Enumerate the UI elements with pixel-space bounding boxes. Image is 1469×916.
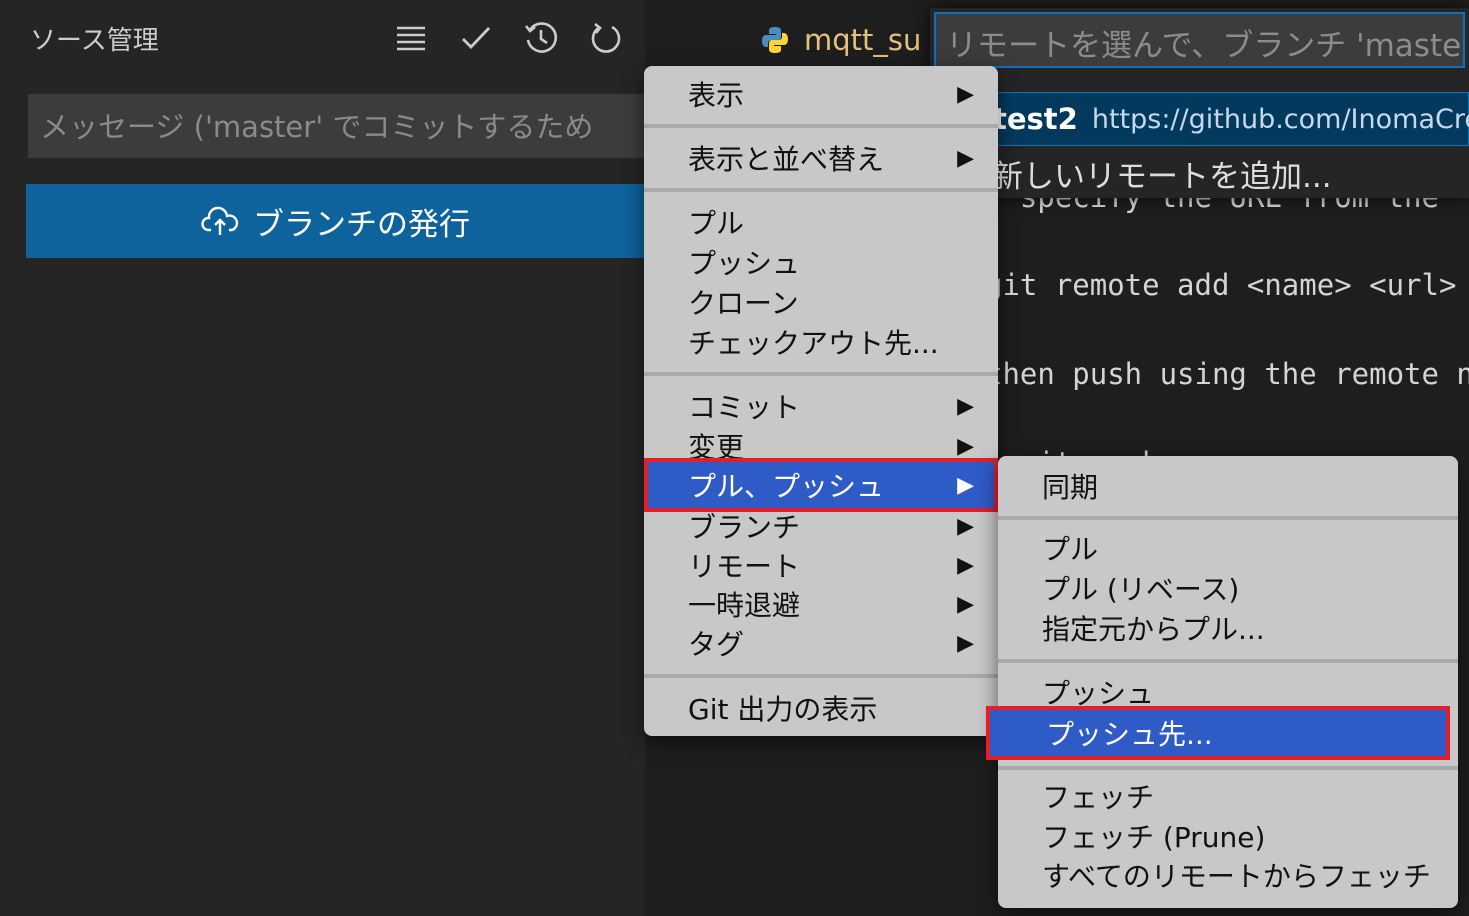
quick-pick-placeholder: リモートを選んで、ブランチ 'master' xyxy=(946,28,1465,64)
submenu-arrow-icon: ▶ xyxy=(957,513,974,539)
submenu-arrow-icon: ▶ xyxy=(957,433,974,459)
refresh-button[interactable] xyxy=(580,12,632,64)
submenu-arrow-icon: ▶ xyxy=(957,630,974,656)
menu-separator xyxy=(998,516,1458,520)
menu-item-label: プル (リベース) xyxy=(1042,573,1240,606)
submenu-item-sync[interactable]: 同期 xyxy=(998,466,1458,506)
menu-item-label: ブランチ xyxy=(688,511,801,544)
editor-tab[interactable]: mqtt_su xyxy=(760,14,921,66)
submenu-item-pull[interactable]: プル xyxy=(998,528,1458,568)
menu-item-push[interactable]: プッシュ xyxy=(644,242,998,282)
submenu-item-fetch-prune[interactable]: フェッチ (Prune) xyxy=(998,816,1458,856)
commit-button[interactable] xyxy=(450,12,502,64)
menu-item-label: プッシュ xyxy=(688,247,801,280)
menu-item-label: Git 出力の表示 xyxy=(688,693,878,726)
publish-branch-label: ブランチの発行 xyxy=(253,206,470,243)
menu-item-tags[interactable]: タグ ▶ xyxy=(644,623,998,663)
menu-item-clone[interactable]: クローン xyxy=(644,282,998,322)
menu-separator xyxy=(998,659,1458,663)
menu-item-checkout[interactable]: チェックアウト先... xyxy=(644,322,998,362)
commit-message-placeholder: メッセージ ('master' でコミットするため xyxy=(40,110,594,144)
menu-item-view-sort[interactable]: 表示と並べ替え ▶ xyxy=(644,138,998,178)
menu-item-view[interactable]: 表示 ▶ xyxy=(644,74,998,114)
refresh-icon xyxy=(591,22,621,53)
menu-separator xyxy=(644,372,998,376)
menu-item-label: 同期 xyxy=(1042,471,1099,504)
menu-item-remote[interactable]: リモート ▶ xyxy=(644,545,998,585)
view-as-list-button[interactable] xyxy=(385,12,437,64)
menu-item-stash[interactable]: 一時退避 ▶ xyxy=(644,584,998,624)
check-icon xyxy=(462,27,491,50)
quick-pick-input[interactable]: リモートを選んで、ブランチ 'master' xyxy=(934,12,1465,68)
menu-item-label: プル、プッシュ xyxy=(688,470,885,503)
menu-item-label: プル xyxy=(688,207,745,240)
submenu-arrow-icon: ▶ xyxy=(957,393,974,419)
menu-item-label: 指定元からプル... xyxy=(1042,613,1265,646)
menu-separator xyxy=(644,188,998,192)
menu-item-label: すべてのリモートからフェッチ xyxy=(1042,860,1431,893)
commit-message-input[interactable]: メッセージ ('master' でコミットするため xyxy=(28,94,645,158)
menu-item-pull[interactable]: プル xyxy=(644,202,998,242)
submenu-item-pull-from[interactable]: 指定元からプル... xyxy=(998,608,1458,648)
menu-item-label: 表示と並べ替え xyxy=(688,143,885,176)
scm-title: ソース管理 xyxy=(30,26,159,56)
menu-item-label: フェッチ xyxy=(1042,781,1155,814)
submenu-arrow-icon: ▶ xyxy=(957,145,974,171)
remote-url: https://github.com/InomaCreate xyxy=(1091,103,1469,135)
quick-pick-item-add-remote[interactable]: 新しいリモートを追加... xyxy=(930,148,1469,198)
menu-item-label: プッシュ先... xyxy=(1046,718,1213,751)
submenu-arrow-icon: ▶ xyxy=(957,472,974,498)
menu-item-label: チェックアウト先... xyxy=(688,327,939,360)
menu-item-branch[interactable]: ブランチ ▶ xyxy=(644,506,998,546)
menu-item-commit[interactable]: コミット ▶ xyxy=(644,386,998,426)
publish-branch-button[interactable]: ブランチの発行 xyxy=(26,184,645,258)
history-button[interactable] xyxy=(515,12,567,64)
submenu-item-push-to[interactable]: プッシュ先... xyxy=(986,706,1450,760)
pull-push-submenu: 同期 プル プル (リベース) 指定元からプル... プッシュ プッシュ先...… xyxy=(986,456,1458,908)
python-icon xyxy=(762,27,788,53)
history-icon xyxy=(524,22,558,53)
menu-separator xyxy=(644,674,998,678)
menu-separator xyxy=(644,124,998,128)
menu-item-label: タグ xyxy=(688,628,745,661)
submenu-arrow-icon: ▶ xyxy=(957,552,974,578)
remote-quick-pick: リモートを選んで、ブランチ 'master' test2 https://git… xyxy=(930,8,1469,198)
menu-separator xyxy=(998,766,1458,770)
more-actions-menu: 表示 ▶ 表示と並べ替え ▶ プル プッシュ クローン チェックアウト先... コミ… xyxy=(644,66,998,736)
quick-pick-item-test2[interactable]: test2 https://github.com/InomaCreate xyxy=(930,92,1469,146)
editor-tab-name: mqtt_su xyxy=(804,23,922,57)
menu-item-label: フェッチ (Prune) xyxy=(1042,821,1266,854)
submenu-arrow-icon: ▶ xyxy=(957,591,974,617)
submenu-item-fetch[interactable]: フェッチ xyxy=(998,776,1458,816)
menu-item-label: プル xyxy=(1042,533,1099,566)
menu-item-label: クローン xyxy=(688,287,799,320)
menu-item-label: 一時退避 xyxy=(688,589,801,622)
code-line: then push using the remote n xyxy=(985,357,1469,391)
menu-item-label: 表示 xyxy=(688,79,745,112)
menu-item-label: コミット xyxy=(688,391,801,424)
submenu-item-fetch-all[interactable]: すべてのリモートからフェッチ xyxy=(998,855,1458,895)
submenu-arrow-icon: ▶ xyxy=(957,81,974,107)
menu-item-pull-push[interactable]: プル、プッシュ ▶ xyxy=(644,458,998,512)
code-line: git remote add <name> <url> xyxy=(985,268,1457,302)
remote-name: test2 xyxy=(993,102,1078,136)
menu-item-show-git-output[interactable]: Git 出力の表示 xyxy=(644,688,998,728)
list-icon xyxy=(397,26,425,51)
submenu-item-pull-rebase[interactable]: プル (リベース) xyxy=(998,568,1458,608)
menu-item-label: リモート xyxy=(688,550,801,583)
cloud-upload-icon xyxy=(201,206,239,235)
